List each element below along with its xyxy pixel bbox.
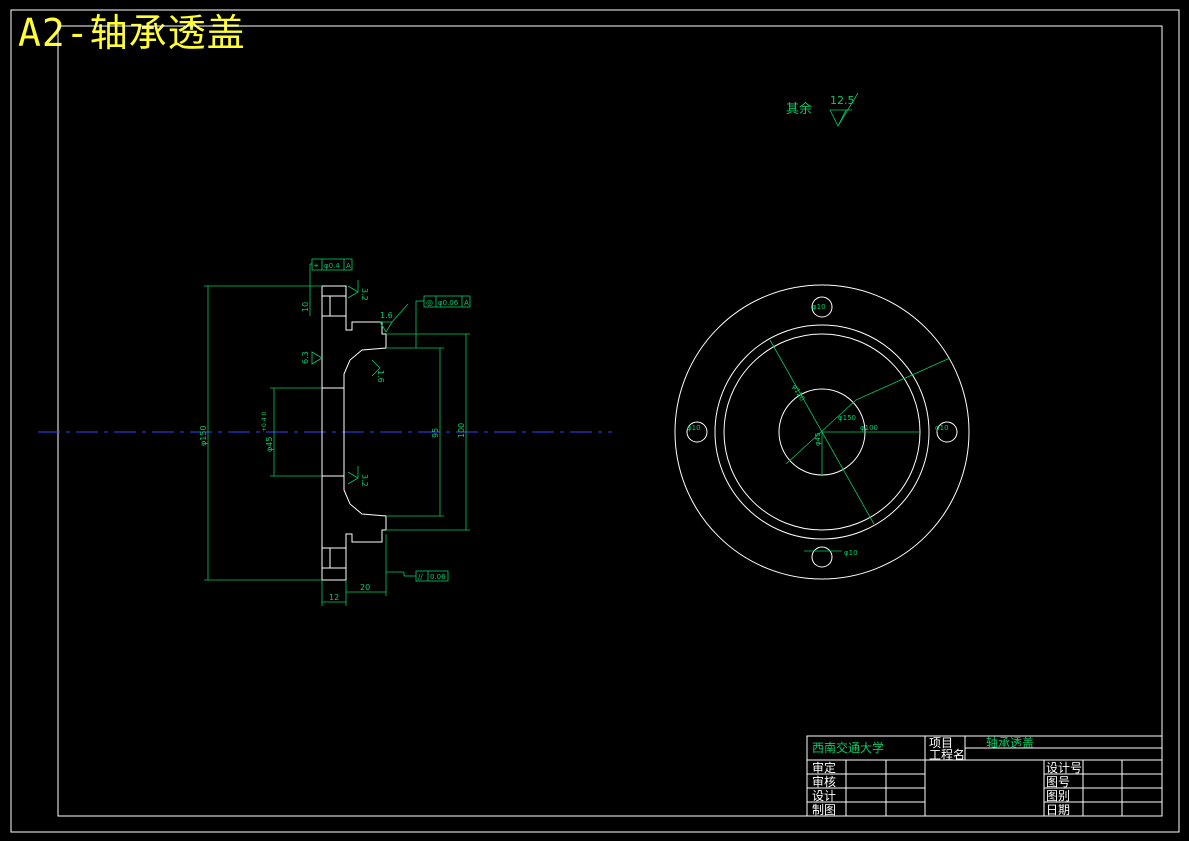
section-roughness: 3.2 1.6 6.3 1.6 3.2 [301, 280, 409, 487]
tb-left-1: 审核 [812, 774, 836, 789]
plan-dimensions: φ120 φ150 φ100 φ45 φ10 φ10 φ10 φ10 [687, 303, 951, 557]
plan-d-inner: φ100 [860, 424, 878, 432]
plan-d-hole-right: φ10 [935, 424, 949, 432]
dim-d150: φ150 [199, 425, 208, 446]
tol-bottom-symbol: // [418, 573, 423, 581]
plan-d-hole-bottom: φ10 [844, 549, 858, 557]
plan-d-outer: φ150 [838, 414, 856, 422]
plan-d-bore: φ45 [814, 432, 822, 446]
tb-school: 西南交通大学 [812, 740, 884, 755]
tol-right-datum: A [464, 299, 469, 307]
plan-d-hole-top: φ10 [812, 303, 826, 311]
tolerance-frames: ⌖ φ0.4 A ◎ φ0.06 A // 0.06 [309, 258, 471, 582]
tol-right-value: φ0.06 [438, 299, 459, 307]
dim-100: 100 [457, 423, 466, 438]
tb-right-3: 日期 [1046, 803, 1070, 817]
tol-right-symbol: ◎ [426, 298, 433, 307]
tb-left-0: 审定 [812, 760, 836, 775]
section-dimensions: φ150 φ45 +0.4 0 10 95 100 12 20 [199, 285, 470, 606]
roughness-5: 3.2 [360, 474, 369, 487]
dim-d45-tol: +0.4 0 [261, 412, 268, 432]
roughness-3: 6.3 [301, 351, 310, 364]
roughness-2: 1.6 [380, 311, 393, 320]
tb-right-1: 图号 [1046, 775, 1070, 789]
tb-part-name: 轴承透盖 [986, 735, 1034, 750]
roughness-other-label: 其余 [786, 101, 812, 117]
tb-right-2: 图别 [1046, 789, 1070, 803]
outer-frame [10, 9, 1180, 833]
dim-20: 20 [360, 583, 370, 592]
cad-drawing: 其余 12.5 φ150 φ45 +0.4 0 10 95 100 12 20 … [10, 9, 1180, 833]
dim-d45: φ45 [265, 437, 274, 452]
title-block: 西南交通大学 项目 工程名 轴承透盖 审定 审核 设计 制图 设计号 图号 图别… [806, 735, 1163, 817]
tol-top-symbol: ⌖ [314, 261, 319, 270]
dim-95: 95 [431, 428, 440, 438]
roughness-4: 1.6 [376, 370, 385, 383]
section-view [321, 285, 387, 581]
dim-10: 10 [301, 302, 310, 312]
tol-top-datum: A [346, 262, 351, 270]
inner-frame [57, 25, 1163, 817]
tb-left-3: 制图 [812, 803, 836, 817]
roughness-1: 3.2 [360, 288, 369, 301]
dim-12: 12 [329, 593, 339, 602]
plan-d-hole-left: φ10 [687, 424, 701, 432]
tb-project-name-label: 工程名 [929, 747, 965, 762]
tol-top-value: φ0.4 [324, 262, 340, 270]
tb-right-0: 设计号 [1046, 761, 1082, 775]
plan-d-pcd: φ120 [790, 383, 806, 403]
tb-left-2: 设计 [812, 789, 836, 803]
tol-bottom-value: 0.06 [430, 573, 446, 581]
roughness-note: 其余 12.5 [786, 92, 859, 127]
